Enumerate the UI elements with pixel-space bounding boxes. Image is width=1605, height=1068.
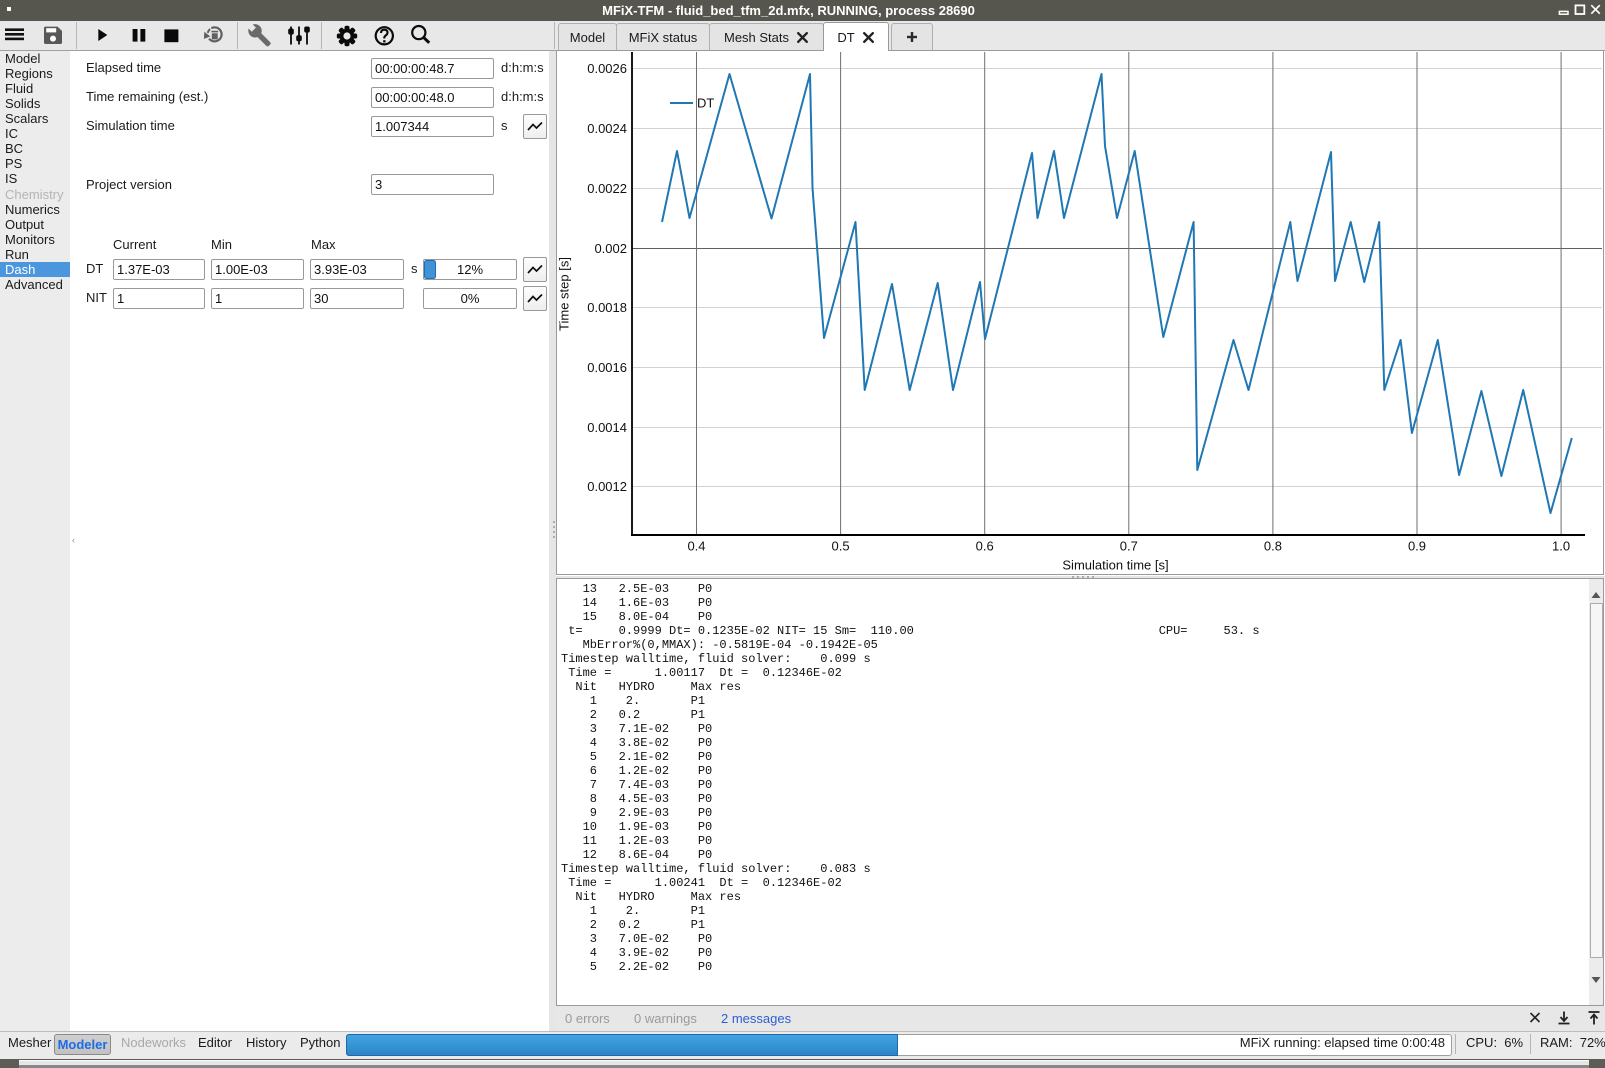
svg-text:0.9: 0.9	[1408, 539, 1426, 554]
svg-text:0.6: 0.6	[976, 539, 994, 554]
svg-text:0.0022: 0.0022	[587, 181, 627, 196]
svg-text:Time step [s]: Time step [s]	[557, 257, 572, 331]
svg-text:0.0012: 0.0012	[587, 479, 627, 494]
svg-text:0.0014: 0.0014	[587, 420, 627, 435]
svg-text:0.8: 0.8	[1264, 539, 1282, 554]
svg-text:DT: DT	[697, 96, 714, 111]
svg-text:Simulation time [s]: Simulation time [s]	[1062, 558, 1168, 573]
svg-text:0.0024: 0.0024	[587, 121, 627, 136]
svg-text:0.7: 0.7	[1120, 539, 1138, 554]
svg-text:0.5: 0.5	[832, 539, 850, 554]
svg-text:0.0026: 0.0026	[587, 61, 627, 76]
svg-text:0.4: 0.4	[687, 539, 705, 554]
svg-text:0.0018: 0.0018	[587, 300, 627, 315]
svg-text:1.0: 1.0	[1552, 539, 1570, 554]
svg-text:0.0016: 0.0016	[587, 360, 627, 375]
svg-text:0.002: 0.002	[594, 241, 627, 256]
